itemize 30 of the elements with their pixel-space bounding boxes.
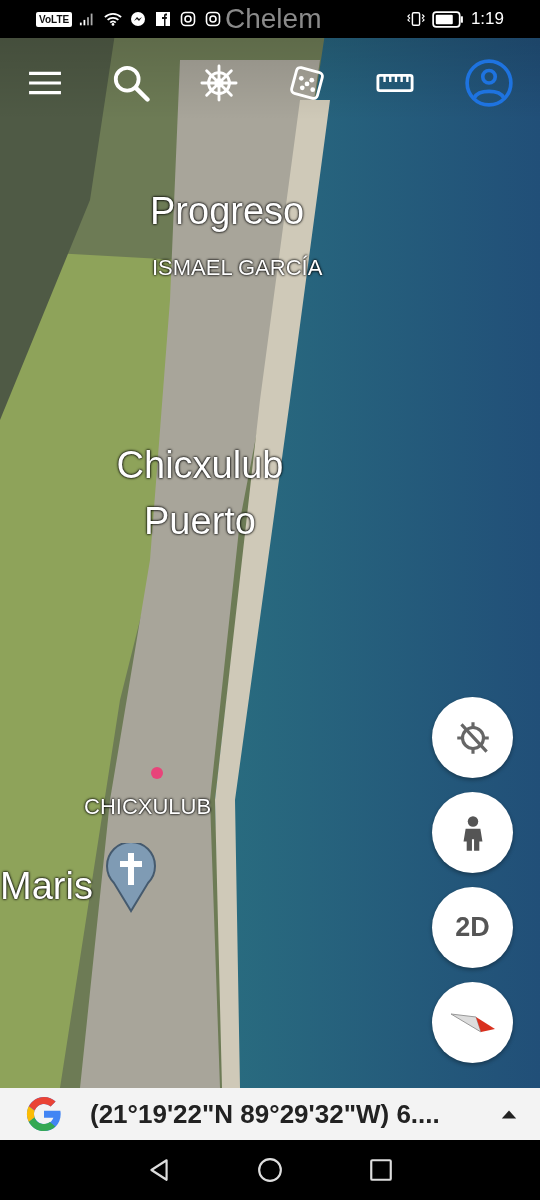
expand-button[interactable] <box>500 1108 518 1120</box>
network-badge: VoLTE <box>36 11 73 27</box>
coordinates-text: (21°19'22"N 89°29'32"W) 6.... <box>90 1098 441 1130</box>
instagram-icon <box>179 11 198 27</box>
google-logo-icon <box>24 1094 64 1134</box>
home-icon <box>257 1157 283 1183</box>
instagram-icon <box>204 11 223 27</box>
battery-icon <box>431 10 464 28</box>
facebook-icon <box>154 11 173 27</box>
search-button[interactable] <box>112 64 150 102</box>
status-time: 1:19 <box>470 9 504 29</box>
account-icon <box>464 58 514 108</box>
compass-icon <box>449 1012 496 1033</box>
menu-button[interactable] <box>28 70 62 96</box>
menu-icon <box>28 70 62 96</box>
messenger-icon <box>129 11 148 27</box>
caret-up-icon <box>500 1108 518 1120</box>
recents-button[interactable] <box>368 1157 394 1183</box>
home-button[interactable] <box>257 1157 283 1183</box>
dice-icon <box>288 64 326 102</box>
ship-wheel-icon <box>200 64 238 102</box>
map-label: Maris <box>0 864 93 909</box>
voyager-button[interactable] <box>200 64 238 102</box>
recents-icon <box>368 1157 394 1183</box>
search-icon <box>112 64 150 102</box>
vibrate-icon <box>406 11 425 27</box>
wifi-icon <box>104 11 123 27</box>
random-button[interactable] <box>288 64 326 102</box>
church-pin-icon[interactable] <box>106 843 156 913</box>
map-label: Chelem <box>225 2 322 36</box>
